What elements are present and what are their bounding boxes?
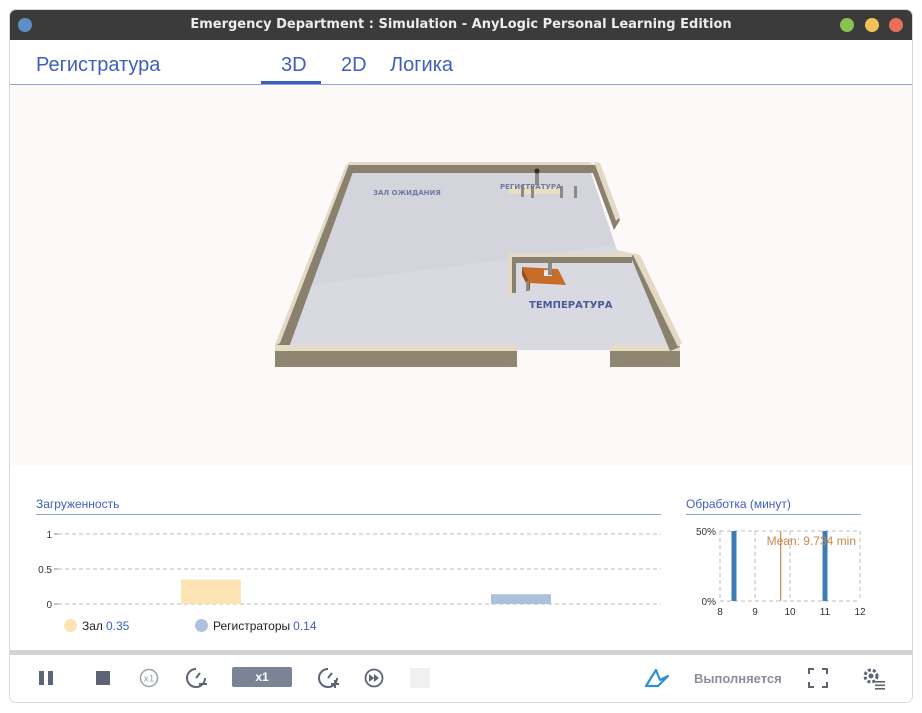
nav-bar: Регистратура 3D 2D Логика: [10, 40, 912, 85]
window-title: Emergency Department : Simulation - AnyL…: [190, 17, 732, 32]
close-dot-icon[interactable]: [889, 18, 903, 32]
legend-label-hall: Зал: [82, 619, 103, 633]
y-tick-label: 0%: [702, 597, 717, 608]
person-head: [534, 168, 540, 174]
tab-logic[interactable]: Логика: [390, 54, 453, 77]
utilization-chart: 10.50: [38, 530, 661, 611]
stop-button[interactable]: [90, 665, 116, 691]
x-tick-label: 12: [854, 607, 866, 618]
x-tick-label: 8: [717, 607, 723, 618]
tab-2d[interactable]: 2D: [341, 54, 367, 77]
processing-title-rule: [686, 514, 861, 515]
x-tick-label: 11: [820, 607, 831, 618]
room-label-waiting: ЗАЛ ОЖИДАНИЯ: [373, 189, 441, 197]
wall-back-top: [346, 162, 594, 165]
pause-icon: [39, 671, 53, 685]
speed-up-icon: [318, 668, 339, 688]
anylogic-logo-button[interactable]: [644, 665, 670, 691]
fullscreen-icon: [808, 668, 828, 688]
app-window: Emergency Department : Simulation - AnyL…: [10, 10, 912, 702]
3d-scene-view[interactable]: ЗАЛ ОЖИДАНИЯ РЕГИСТРАТУРА ТЕМПЕРАТУРА: [10, 85, 912, 465]
x-tick-label: 9: [752, 607, 758, 618]
simulation-toolbar: x1 x1 Выполняется: [10, 650, 912, 702]
y-tick-label: 0.5: [38, 565, 52, 576]
stop-icon: [96, 671, 110, 685]
room-label-registration: РЕГИСТРАТУРА: [500, 183, 562, 191]
settings-icon: [863, 668, 885, 690]
maximize-dot-icon[interactable]: [865, 18, 879, 32]
blank-button[interactable]: [410, 668, 430, 688]
utilization-title: Загруженность: [36, 497, 120, 511]
legend-item-registrars: Регистраторы 0.14: [195, 619, 317, 633]
histogram-bar: [731, 531, 737, 601]
room-label-temperature: ТЕМПЕРАТУРА: [529, 300, 613, 311]
svg-text:x1: x1: [143, 675, 154, 685]
y-tick-label: 1: [46, 530, 52, 541]
y-tick-label: 0: [46, 600, 52, 611]
speed-indicator: x1: [232, 667, 292, 687]
run-fast-button[interactable]: [361, 665, 387, 691]
statistics-area: Загруженность 1 0.5 0 Зал 0.35 Регистраторы…: [10, 465, 912, 650]
run-fast-icon: [364, 668, 384, 688]
fullscreen-button[interactable]: [805, 665, 831, 691]
legend-label-registrars: Регистраторы: [213, 619, 291, 633]
step-button[interactable]: x1: [136, 665, 162, 691]
processing-histogram: 8 9 10 11 12 50% 0% Mean: 9.734 min: [696, 527, 866, 618]
x-tick-label: 10: [784, 607, 796, 618]
bar-hall: [181, 579, 241, 604]
processing-title: Обработка (минут): [686, 497, 791, 511]
title-bar: Emergency Department : Simulation - AnyL…: [10, 10, 912, 40]
wall-back: [346, 165, 594, 173]
legend-value-hall: 0.35: [105, 619, 130, 633]
pause-button[interactable]: [33, 665, 59, 691]
mean-label: Mean: 9.734 min: [767, 534, 856, 548]
legend-value-registrars: 0.14: [293, 619, 317, 633]
slow-down-button[interactable]: [183, 665, 209, 691]
utilization-title-rule: [36, 514, 661, 515]
slow-down-icon: [186, 668, 207, 688]
legend-swatch-hall: [64, 619, 77, 632]
legend-item-hall: Зал 0.35: [64, 619, 129, 633]
3d-floor-plan: ЗАЛ ОЖИДАНИЯ РЕГИСТРАТУРА ТЕМПЕРАТУРА: [274, 162, 682, 367]
status-label: Выполняется: [694, 671, 782, 686]
wall-front-left-top: [275, 345, 517, 351]
tab-3d[interactable]: 3D: [281, 54, 307, 77]
legend-swatch-registrars: [195, 619, 208, 632]
step-icon: x1: [139, 668, 159, 688]
y-tick-label: 50%: [696, 527, 716, 538]
section-link-registration[interactable]: Регистратура: [36, 54, 160, 77]
speed-up-button[interactable]: [315, 665, 341, 691]
settings-button[interactable]: [861, 665, 887, 691]
bar-registrars: [491, 594, 551, 604]
minimize-dot-icon[interactable]: [840, 18, 854, 32]
tab-3d-active-indicator: [261, 81, 321, 84]
anylogic-logo-icon: [644, 668, 670, 688]
